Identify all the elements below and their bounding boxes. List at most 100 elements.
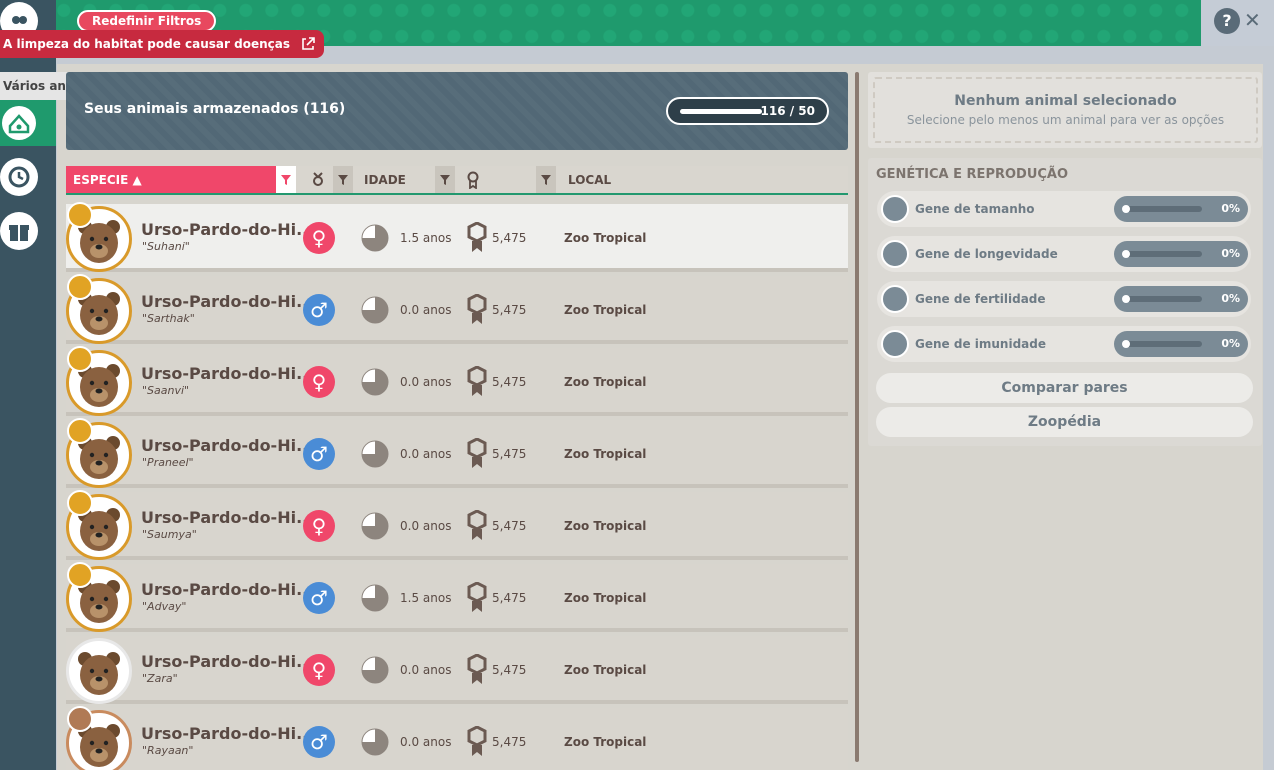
habitat-icon <box>2 106 36 140</box>
animal-score: 5,475 <box>492 591 527 605</box>
animal-age: 1.5 anos <box>400 231 452 245</box>
gene-track <box>1122 206 1202 212</box>
age-clock-icon <box>361 728 389 756</box>
gene-bar: 0% <box>1114 196 1248 222</box>
help-button[interactable]: ? <box>1214 8 1240 34</box>
animal-location: Zoo Tropical <box>564 663 647 677</box>
animal-row[interactable]: Urso-Pardo-do-Hi... "Zara" ♀ 0.0 anos 5,… <box>66 636 848 704</box>
longevity-icon <box>881 240 909 268</box>
age-clock-icon <box>361 584 389 612</box>
rail-item-gifts[interactable] <box>0 212 38 250</box>
animal-species: Urso-Pardo-do-Hi... <box>141 220 315 239</box>
animal-species: Urso-Pardo-do-Hi... <box>141 364 315 383</box>
gene-marker <box>1122 205 1130 213</box>
animal-score: 5,475 <box>492 303 527 317</box>
gene-value: 0% <box>1221 292 1240 305</box>
medal-icon <box>67 706 93 732</box>
species-filter-button[interactable] <box>276 166 296 194</box>
notification-habitat-cleanliness[interactable]: A limpeza do habitat pode causar doenças <box>0 30 324 58</box>
age-clock-icon <box>361 512 389 540</box>
award-icon <box>467 582 487 612</box>
storage-title: Seus animais armazenados (116) <box>84 101 346 117</box>
animal-row[interactable]: Urso-Pardo-do-Hi... "Sarthak" ♂ 0.0 anos… <box>66 274 848 344</box>
age-filter-button[interactable] <box>435 166 455 194</box>
gene-label: Gene de longevidade <box>915 247 1058 261</box>
animal-score: 5,475 <box>492 663 527 677</box>
close-button[interactable]: ✕ <box>1244 8 1261 32</box>
animal-nickname: "Zara" <box>142 672 178 685</box>
zoopedia-button[interactable]: Zoopédia <box>876 407 1253 437</box>
filter-icon <box>541 175 551 185</box>
gender-filter-button[interactable] <box>333 166 353 194</box>
award-icon <box>467 510 487 540</box>
column-score[interactable] <box>460 166 535 194</box>
gene-row: Gene de longevidade 0% <box>877 236 1251 272</box>
column-location[interactable]: LOCAL <box>561 166 681 194</box>
animal-row[interactable]: Urso-Pardo-do-Hi... "Praneel" ♂ 0.0 anos… <box>66 418 848 488</box>
filter-icon <box>338 175 348 185</box>
animal-nickname: "Saumya" <box>142 528 197 541</box>
selection-title: Nenhum animal selecionado <box>954 93 1177 109</box>
reset-filters-button[interactable]: Redefinir Filtros <box>77 10 217 32</box>
gene-row: Gene de imunidade 0% <box>877 326 1251 362</box>
list-scrollbar[interactable] <box>855 72 859 762</box>
animal-species: Urso-Pardo-do-Hi... <box>141 652 315 671</box>
gene-row: Gene de fertilidade 0% <box>877 281 1251 317</box>
column-species[interactable]: ESPECIE ▲ <box>66 166 296 194</box>
animal-location: Zoo Tropical <box>564 519 647 533</box>
fertility-icon <box>881 285 909 313</box>
animal-age: 0.0 anos <box>400 303 452 317</box>
animal-score: 5,475 <box>492 375 527 389</box>
animal-nickname: "Rayaan" <box>142 744 194 757</box>
animal-score: 5,475 <box>492 447 527 461</box>
animal-location: Zoo Tropical <box>564 303 647 317</box>
animal-age: 0.0 anos <box>400 663 452 677</box>
animal-nickname: "Advay" <box>142 600 187 613</box>
age-clock-icon <box>361 656 389 684</box>
animal-row[interactable]: Urso-Pardo-do-Hi... "Suhani" ♀ 1.5 anos … <box>66 202 848 272</box>
rail-item-history[interactable] <box>0 158 38 196</box>
column-age[interactable]: IDADE <box>358 166 433 194</box>
gene-bar: 0% <box>1114 286 1248 312</box>
animal-score: 5,475 <box>492 519 527 533</box>
animal-row[interactable]: Urso-Pardo-do-Hi... "Saumya" ♀ 0.0 anos … <box>66 490 848 560</box>
animal-row[interactable]: Urso-Pardo-do-Hi... "Advay" ♂ 1.5 anos 5… <box>66 562 848 632</box>
selection-subtitle: Selecione pelo menos um animal para ver … <box>906 113 1225 127</box>
rail-item-habitat[interactable] <box>0 100 56 146</box>
column-gender[interactable] <box>303 166 333 194</box>
animal-age: 0.0 anos <box>400 735 452 749</box>
gene-bar: 0% <box>1114 241 1248 267</box>
gene-label: Gene de fertilidade <box>915 292 1046 306</box>
notification-text: A limpeza do habitat pode causar doenças <box>3 37 290 51</box>
gene-track <box>1122 296 1202 302</box>
gene-value: 0% <box>1221 202 1240 215</box>
gene-track <box>1122 251 1202 257</box>
score-filter-button[interactable] <box>536 166 556 194</box>
capacity-text: 116 / 50 <box>760 104 816 118</box>
paw-icon <box>12 16 27 24</box>
animal-nickname: "Saanvi" <box>142 384 190 397</box>
animal-species: Urso-Pardo-do-Hi... <box>141 580 315 599</box>
compare-pairs-button[interactable]: Comparar pares <box>876 373 1253 403</box>
female-icon: ♀ <box>303 510 335 542</box>
immunity-icon <box>881 330 909 358</box>
genetics-title: GENÉTICA E REPRODUÇÃO <box>876 167 1069 182</box>
gene-marker <box>1122 340 1130 348</box>
animal-age: 0.0 anos <box>400 375 452 389</box>
female-icon: ♀ <box>303 222 335 254</box>
animal-score: 5,475 <box>492 231 527 245</box>
age-clock-icon <box>361 368 389 396</box>
animal-location: Zoo Tropical <box>564 375 647 389</box>
header-divider <box>66 193 848 195</box>
award-icon <box>467 294 487 324</box>
animal-age: 1.5 anos <box>400 591 452 605</box>
animal-species: Urso-Pardo-do-Hi... <box>141 508 315 527</box>
capacity-bar <box>680 109 762 114</box>
animal-row[interactable]: Urso-Pardo-do-Hi... "Rayaan" ♂ 0.0 anos … <box>66 706 848 770</box>
animal-row[interactable]: Urso-Pardo-do-Hi... "Saanvi" ♀ 0.0 anos … <box>66 346 848 416</box>
bear-icon <box>78 652 120 695</box>
award-icon <box>467 222 487 252</box>
male-icon: ♂ <box>303 726 335 758</box>
filter-icon <box>281 175 291 185</box>
female-icon: ♀ <box>303 654 335 686</box>
